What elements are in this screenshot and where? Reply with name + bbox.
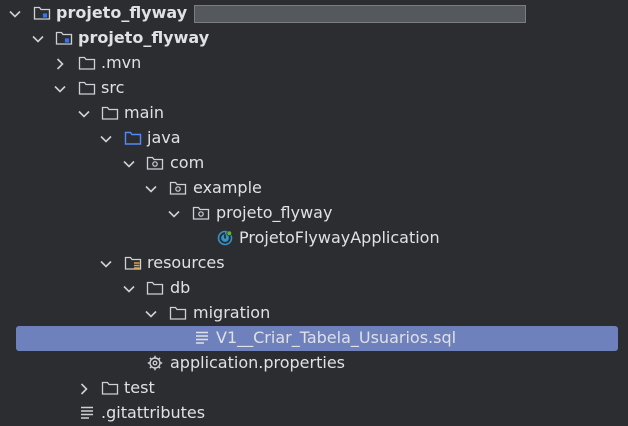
tree-node-test[interactable]: test: [0, 376, 628, 401]
text-file-icon: [193, 329, 211, 347]
tree-node-example[interactable]: example: [0, 176, 628, 201]
chevron-down-icon[interactable]: [31, 32, 45, 46]
tree-node-src[interactable]: src: [0, 76, 628, 101]
chevron-down-icon[interactable]: [122, 157, 136, 171]
folder-icon: [146, 279, 164, 297]
chevron-down-icon[interactable]: [167, 207, 181, 221]
chevron-down-icon[interactable]: [8, 7, 22, 21]
tree-label: migration: [193, 303, 271, 322]
tree-label: resources: [147, 253, 225, 272]
tree-label: src: [101, 78, 125, 97]
chevron-down-icon[interactable]: [77, 107, 91, 121]
tree-node-root[interactable]: projeto_flyway: [0, 1, 628, 26]
gear-icon: [146, 354, 164, 372]
tree-label: .mvn: [101, 53, 142, 72]
tree-label: ProjetoFlywayApplication: [239, 228, 440, 247]
tree-node-sql-file[interactable]: V1__Criar_Tabela_Usuarios.sql: [0, 326, 628, 351]
tree-label: com: [170, 153, 205, 172]
tree-node-db[interactable]: db: [0, 276, 628, 301]
tree-label: java: [147, 128, 181, 147]
tree-node-mvn[interactable]: .mvn: [0, 51, 628, 76]
chevron-down-icon[interactable]: [99, 257, 113, 271]
package-icon: [146, 154, 164, 172]
tree-node-properties[interactable]: application.properties: [0, 351, 628, 376]
module-folder-icon: [33, 4, 51, 22]
chevron-right-icon[interactable]: [53, 57, 67, 71]
tree-node-resources[interactable]: resources: [0, 251, 628, 276]
tree-node-migration[interactable]: migration: [0, 301, 628, 326]
chevron-right-icon[interactable]: [77, 382, 91, 396]
folder-icon: [78, 54, 96, 72]
text-file-icon: [78, 404, 96, 422]
tree-label: V1__Criar_Tabela_Usuarios.sql: [216, 328, 457, 347]
tree-node-com[interactable]: com: [0, 151, 628, 176]
tree-label: main: [124, 103, 164, 122]
tree-node-main[interactable]: main: [0, 101, 628, 126]
module-folder-icon: [55, 29, 73, 47]
tree-label: example: [193, 178, 262, 197]
folder-icon: [169, 304, 187, 322]
tree-label: .gitattributes: [101, 403, 206, 422]
source-folder-icon: [124, 129, 142, 147]
chevron-down-icon[interactable]: [144, 307, 158, 321]
chevron-down-icon[interactable]: [122, 282, 136, 296]
tree-node-module[interactable]: projeto_flyway: [0, 26, 628, 51]
chevron-down-icon[interactable]: [99, 132, 113, 146]
package-icon: [192, 204, 210, 222]
package-icon: [169, 179, 187, 197]
tree-node-gitattributes[interactable]: .gitattributes: [0, 401, 628, 426]
tree-label: projeto_flyway: [216, 203, 333, 222]
folder-icon: [101, 379, 119, 397]
folder-icon: [78, 79, 96, 97]
spring-boot-class-icon: [216, 229, 234, 247]
chevron-down-icon[interactable]: [144, 182, 158, 196]
tree-node-java[interactable]: java: [0, 126, 628, 151]
resources-folder-icon: [124, 254, 142, 272]
tree-label: projeto_flyway: [78, 28, 210, 47]
chevron-down-icon[interactable]: [53, 82, 67, 96]
project-tree: projeto_flyway projeto_flyway .mvn src m…: [0, 0, 628, 422]
project-path-redacted: [194, 5, 526, 23]
tree-label: projeto_flyway: [56, 3, 188, 22]
folder-icon: [101, 104, 119, 122]
tree-node-package[interactable]: projeto_flyway: [0, 201, 628, 226]
tree-node-app-class[interactable]: ProjetoFlywayApplication: [0, 226, 628, 251]
tree-label: db: [170, 278, 191, 297]
tree-label: test: [124, 378, 155, 397]
tree-label: application.properties: [170, 353, 345, 372]
